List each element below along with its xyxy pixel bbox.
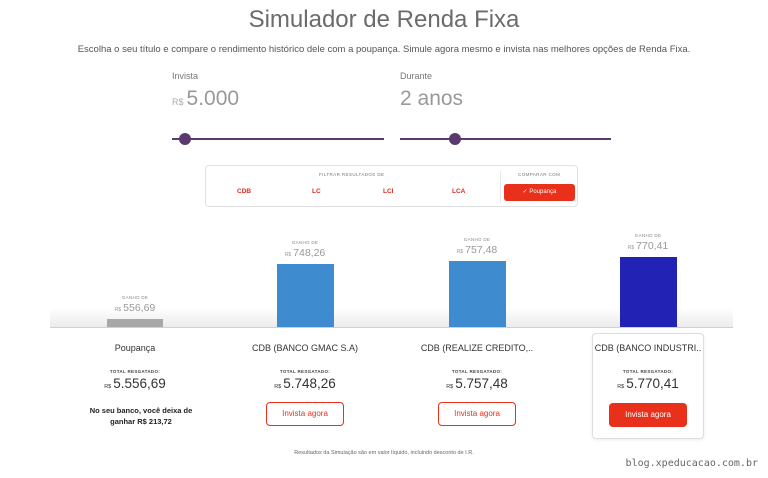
filter-divider <box>500 171 501 203</box>
invest-now-button[interactable]: Invista agora <box>266 402 344 426</box>
duration-slider-handle[interactable] <box>449 133 461 145</box>
gain-currency: R$ <box>114 307 122 313</box>
total-currency: R$ <box>104 384 112 390</box>
result-bar <box>619 257 677 327</box>
filter-option-cdb[interactable]: CDB <box>237 188 251 195</box>
duration-label: Durante <box>400 71 433 81</box>
compare-title: COMPARAR COM <box>518 172 561 177</box>
gain-amount: 770,41 <box>636 240 669 252</box>
gain-value: R$ 748,26 <box>260 247 350 259</box>
total-amount: 5.770,41 <box>626 376 679 391</box>
total-amount: 5.757,48 <box>455 376 508 391</box>
gain-value: R$ 556,69 <box>90 302 180 314</box>
gain-currency: R$ <box>627 245 635 251</box>
total-value: R$ 5.748,26 <box>250 376 360 391</box>
invest-now-button[interactable]: Invista agora <box>438 402 516 426</box>
compare-poupanca-label: Poupança <box>529 189 557 195</box>
invest-slider-handle[interactable] <box>179 133 191 145</box>
total-currency: R$ <box>446 384 454 390</box>
gain-amount: 757,48 <box>465 243 498 256</box>
gain-amount: 748,26 <box>293 246 326 259</box>
watermark: blog.xpeducacao.com.br <box>625 458 758 469</box>
filter-option-lca[interactable]: LCA <box>452 188 465 195</box>
total-value: R$ 5.556,69 <box>80 376 190 391</box>
invest-slider-track[interactable] <box>172 138 384 140</box>
compare-poupanca-button[interactable]: ✓ Poupança <box>504 184 575 201</box>
gain-label: GANHO DE <box>463 236 491 242</box>
total-label: TOTAL RESGATADO: <box>109 369 161 374</box>
invest-currency: R$ <box>172 97 184 107</box>
result-bar <box>107 319 163 327</box>
total-label: TOTAL RESGATADO: <box>622 369 674 374</box>
check-icon: ✓ <box>522 189 528 195</box>
chart-baseline <box>50 327 733 328</box>
total-label: TOTAL RESGATADO: <box>451 369 503 374</box>
loss-message: No seu banco, você deixa de ganhar R$ 21… <box>89 406 193 426</box>
total-currency: R$ <box>274 384 282 390</box>
product-name[interactable]: CDB (BANCO INDUSTRI.. <box>578 343 718 353</box>
invest-amount: 5.000 <box>186 87 240 110</box>
footnote: Resultados da Simulação são em valor líq… <box>294 450 474 456</box>
gain-amount: 556,69 <box>123 302 156 314</box>
invest-now-button[interactable]: Invista agora <box>609 403 687 427</box>
result-bar <box>448 260 506 327</box>
gain-value: R$ 757,48 <box>432 244 522 256</box>
total-amount: 5.748,26 <box>283 376 336 391</box>
page-title: Simulador de Renda Fixa <box>248 6 520 33</box>
gain-label: GANHO DE <box>634 233 662 238</box>
filter-title: FILTRAR RESULTADOS DE <box>319 172 385 177</box>
gain-label: GANHO DE <box>121 295 149 300</box>
duration-value[interactable]: 2 anos <box>400 87 463 111</box>
filter-option-lci[interactable]: LCI <box>383 188 393 195</box>
invest-value[interactable]: R$ 5.000 <box>172 87 239 111</box>
result-bar <box>276 263 334 327</box>
total-value: R$ 5.757,48 <box>422 376 532 391</box>
total-label: TOTAL RESGATADO: <box>279 369 331 374</box>
gain-label: GANHO DE <box>291 239 319 245</box>
duration-slider-track[interactable] <box>400 138 611 140</box>
gain-currency: R$ <box>284 251 292 258</box>
filter-panel: FILTRAR RESULTADOS DE CDB LC LCI LCA COM… <box>205 165 578 207</box>
gain-currency: R$ <box>456 248 464 255</box>
invest-label: Invista <box>172 71 199 81</box>
total-amount: 5.556,69 <box>113 376 166 391</box>
total-value: R$ 5.770,41 <box>593 376 703 391</box>
product-name: Poupança <box>114 343 156 353</box>
total-currency: R$ <box>617 384 625 390</box>
filter-option-lc[interactable]: LC <box>312 188 321 195</box>
product-name[interactable]: CDB (BANCO GMAC S.A) <box>235 343 375 353</box>
product-name[interactable]: CDB (REALIZE CREDITO,.. <box>407 343 547 353</box>
page-subtitle: Escolha o seu título e compare o rendime… <box>77 44 691 55</box>
gain-value: R$ 770,41 <box>603 240 693 252</box>
